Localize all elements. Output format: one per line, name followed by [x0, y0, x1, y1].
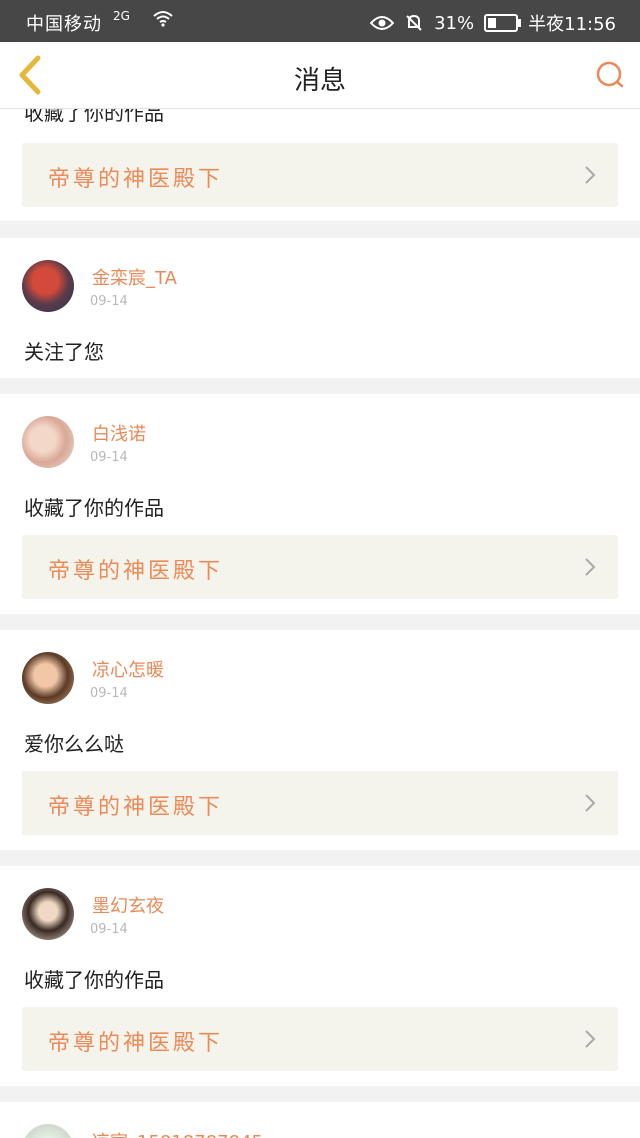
- clock: 半夜11:56: [528, 14, 616, 35]
- message-text: 关注了您: [24, 340, 104, 364]
- message-card: 金栾宸_TA 09-14 关注了您: [0, 238, 640, 378]
- date: 09-14: [90, 922, 128, 937]
- mute-bell-icon: [406, 14, 422, 31]
- page-title: 消息: [293, 66, 346, 96]
- chevron-right-icon: [585, 166, 596, 184]
- message-text: 收藏了你的作品: [24, 968, 164, 992]
- message-text: 收藏了你的作品: [24, 496, 164, 520]
- avatar[interactable]: [22, 652, 74, 704]
- work-title: 帝尊的神医殿下: [48, 559, 224, 584]
- date: 09-14: [90, 450, 128, 465]
- work-link[interactable]: 帝尊的神医殿下: [22, 1007, 618, 1071]
- avatar[interactable]: [22, 1124, 74, 1138]
- network-type: 2G: [113, 9, 130, 23]
- wifi-icon: [153, 11, 173, 27]
- avatar[interactable]: [22, 888, 74, 940]
- username[interactable]: 白浅诺: [92, 420, 146, 446]
- work-link[interactable]: 帝尊的神医殿下: [22, 535, 618, 599]
- carrier-label: 中国移动: [26, 14, 102, 35]
- search-icon[interactable]: [596, 61, 624, 89]
- work-link[interactable]: 帝尊的神医殿下: [22, 771, 618, 835]
- username[interactable]: 墨幻玄夜: [92, 892, 164, 918]
- battery-icon: [484, 14, 522, 32]
- battery-percent: 31%: [434, 12, 475, 34]
- status-bar: 中国移动 2G 31% 半夜11:56: [0, 0, 640, 42]
- message-card: 凉宸_15818787845: [0, 1102, 640, 1138]
- eye-icon: [370, 16, 395, 30]
- chevron-right-icon: [585, 794, 596, 812]
- username[interactable]: 金栾宸_TA: [92, 264, 177, 290]
- message-text: 爱你么么哒: [24, 732, 124, 756]
- date: 09-14: [90, 294, 128, 309]
- message-card: 收藏了你的作品 帝尊的神医殿下: [0, 109, 640, 221]
- message-feed[interactable]: 收藏了你的作品 帝尊的神医殿下 金栾宸_TA 09-14 关注了您 白浅诺 09…: [0, 109, 640, 1138]
- work-title: 帝尊的神医殿下: [48, 1031, 224, 1056]
- message-card: 墨幻玄夜 09-14 收藏了你的作品 帝尊的神医殿下: [0, 866, 640, 1086]
- chevron-right-icon: [585, 558, 596, 576]
- work-link[interactable]: 帝尊的神医殿下: [22, 143, 618, 207]
- message-card: 白浅诺 09-14 收藏了你的作品 帝尊的神医殿下: [0, 394, 640, 614]
- work-title: 帝尊的神医殿下: [48, 795, 224, 820]
- username[interactable]: 凉宸_15818787845: [92, 1128, 263, 1138]
- username[interactable]: 凉心怎暖: [92, 656, 164, 682]
- message-card: 凉心怎暖 09-14 爱你么么哒 帝尊的神医殿下: [0, 630, 640, 850]
- nav-bar: 消息: [0, 42, 640, 109]
- chevron-right-icon: [585, 1030, 596, 1048]
- message-text: 收藏了你的作品: [24, 109, 164, 125]
- work-title: 帝尊的神医殿下: [48, 167, 224, 192]
- date: 09-14: [90, 686, 128, 701]
- avatar[interactable]: [22, 416, 74, 468]
- avatar[interactable]: [22, 260, 74, 312]
